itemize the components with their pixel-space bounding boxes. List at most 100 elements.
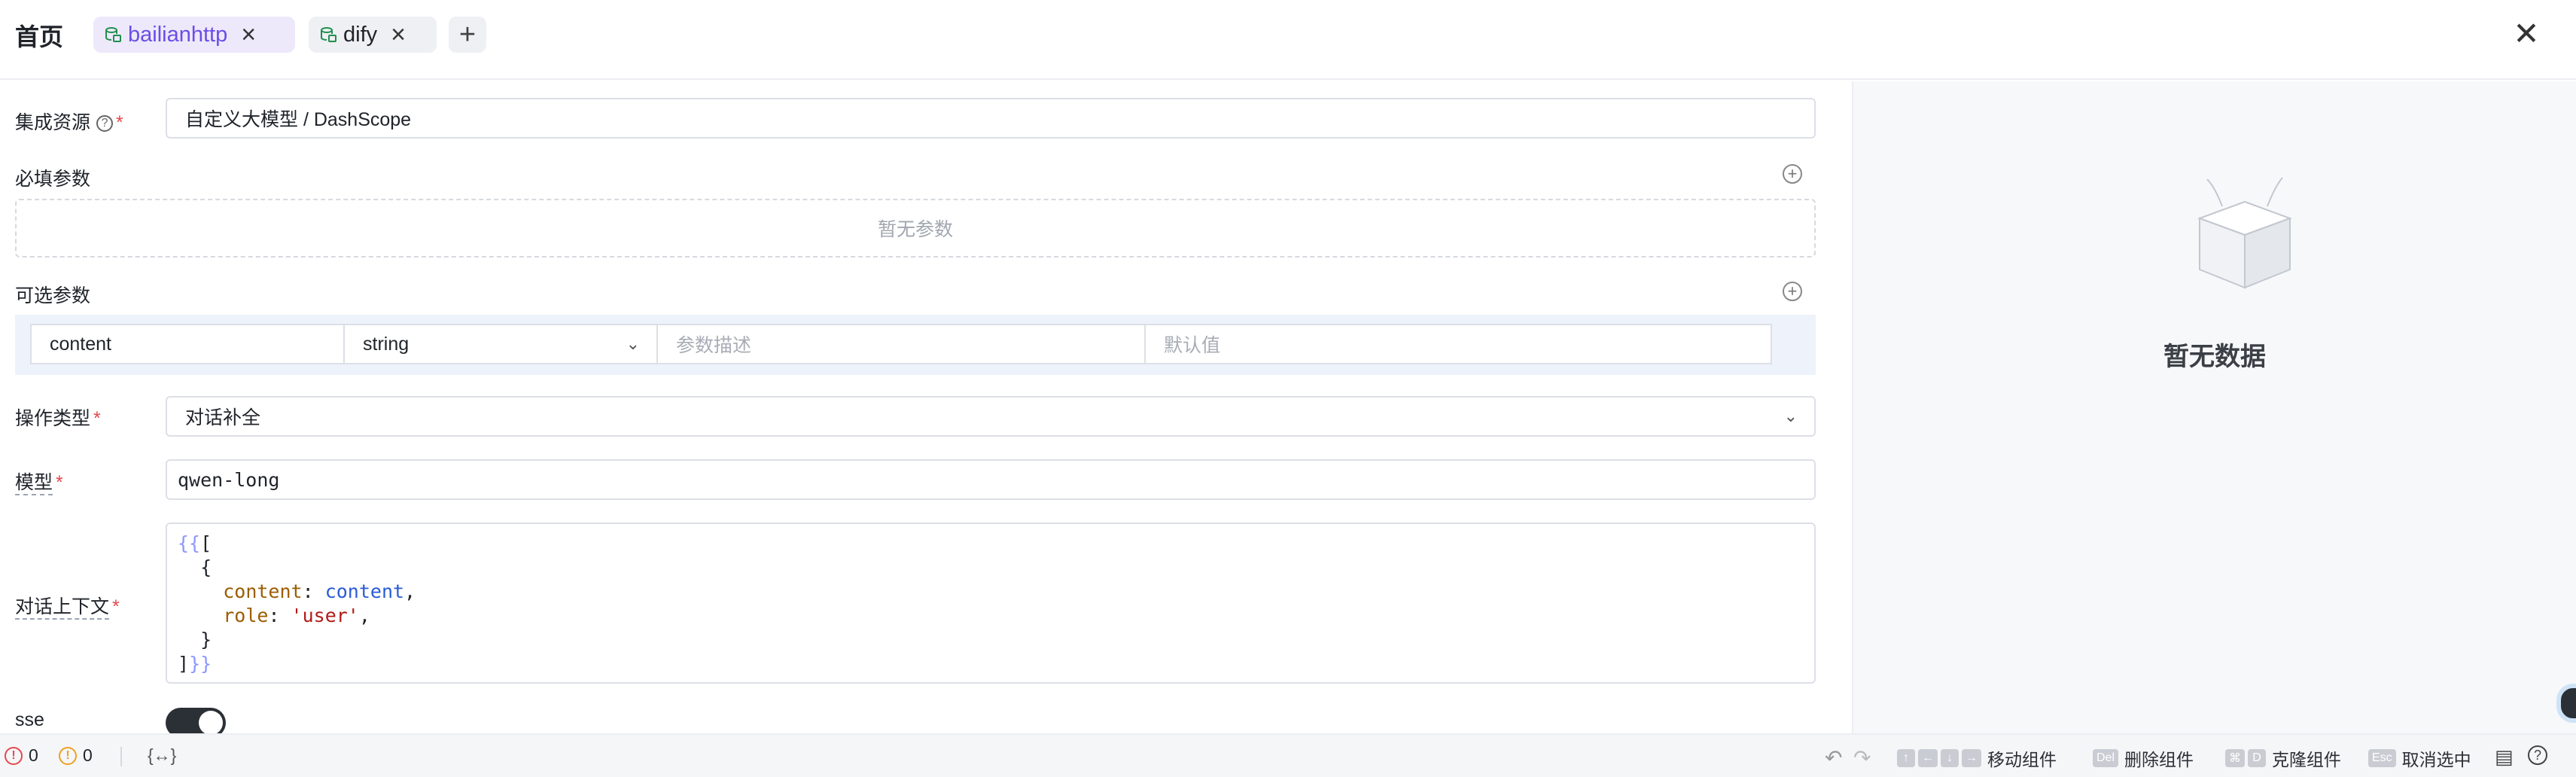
- operation-type-label: 操作类型 *: [15, 404, 101, 431]
- param-desc-placeholder: 参数描述: [676, 335, 752, 356]
- shortcut-label: 取消选中: [2401, 750, 2471, 769]
- code-key: role: [223, 605, 269, 626]
- code-brace: {: [200, 556, 212, 578]
- add-tab-button[interactable]: +: [449, 17, 486, 53]
- close-icon[interactable]: ✕: [2510, 14, 2543, 53]
- tab-label: bailianhttp: [128, 22, 228, 47]
- sse-label: sse: [15, 709, 44, 730]
- required-mark: *: [56, 472, 63, 493]
- optional-params-label: 可选参数: [15, 285, 91, 306]
- operation-type-value: 对话补全: [185, 407, 261, 428]
- empty-params-text: 暂无参数: [877, 219, 953, 240]
- help-icon[interactable]: ?: [96, 115, 114, 133]
- code-brace: {{: [178, 532, 201, 554]
- code-brace: }: [200, 629, 212, 651]
- arrow-right-key: →: [1962, 749, 1981, 767]
- close-icon[interactable]: ×: [241, 22, 256, 47]
- operation-type-label-text: 操作类型: [15, 408, 91, 429]
- top-bar: 首页 bailianhttp × dify × + ✕: [0, 0, 2576, 80]
- operation-type-select[interactable]: 对话补全 ⌄: [166, 396, 1816, 437]
- context-label-text: 对话上下文: [15, 596, 110, 620]
- code-line: ]}}: [178, 652, 1814, 676]
- param-desc-input[interactable]: 参数描述: [656, 324, 1146, 364]
- code-line: content: content,: [223, 580, 416, 602]
- code-string: 'user': [291, 605, 359, 626]
- empty-data-text: 暂无数据: [2163, 343, 2266, 371]
- warning-count-value: 0: [83, 745, 93, 765]
- code-bracket: ]: [178, 653, 190, 675]
- tab-bailianhttp[interactable]: bailianhttp ×: [93, 17, 295, 53]
- tab-label: dify: [343, 22, 378, 47]
- required-mark: *: [112, 596, 120, 617]
- model-label: 模型 *: [15, 468, 63, 495]
- param-type-select[interactable]: string ⌄: [343, 324, 658, 364]
- code-line: {: [178, 556, 1814, 580]
- plus-icon: +: [458, 18, 477, 50]
- variable-icon[interactable]: {↔}: [148, 745, 176, 766]
- close-icon[interactable]: ×: [391, 22, 406, 47]
- help-icon[interactable]: ?: [2528, 745, 2547, 765]
- resource-field[interactable]: 自定义大模型 / DashScope: [166, 98, 1816, 139]
- model-value: qwen-long: [178, 468, 280, 491]
- arrow-up-key: ↑: [1897, 749, 1915, 767]
- warning-count[interactable]: ! 0: [59, 745, 93, 766]
- required-params-label: 必填参数: [15, 169, 91, 190]
- home-title[interactable]: 首页: [15, 18, 63, 53]
- cmd-key: ⌘: [2225, 749, 2245, 767]
- arrow-left-key: ←: [1918, 749, 1938, 767]
- model-input[interactable]: qwen-long: [166, 459, 1816, 500]
- required-mark: *: [93, 408, 101, 429]
- shortcut-move: ↑ ← ↓ → 移动组件: [1897, 745, 2057, 771]
- chevron-down-icon: ⌄: [626, 334, 640, 353]
- error-count-value: 0: [29, 745, 38, 765]
- code-brace: }}: [189, 653, 212, 675]
- warning-icon: !: [59, 746, 77, 765]
- undo-icon[interactable]: ↶: [1825, 745, 1842, 770]
- param-default-placeholder: 默认值: [1164, 335, 1221, 356]
- status-bar: ! 0 ! 0 {↔} ↶ ↷ ↑ ← ↓ → 移动组件 Del 删除组件 ⌘ …: [0, 733, 2576, 777]
- arrow-down-key: ↓: [1941, 749, 1959, 767]
- shortcut-label: 移动组件: [1987, 750, 2057, 769]
- database-icon: [105, 27, 121, 42]
- comment-icon[interactable]: ▤: [2495, 745, 2514, 769]
- context-code-editor[interactable]: {{[ { content: content, role: 'user', } …: [166, 523, 1816, 684]
- add-required-param-icon[interactable]: +: [1783, 164, 1802, 184]
- tab-dify[interactable]: dify ×: [309, 17, 437, 53]
- param-name-input[interactable]: content: [30, 324, 345, 364]
- resource-value: 自定义大模型 / DashScope: [185, 109, 412, 130]
- shortcut-deselect: Esc 取消选中: [2368, 745, 2471, 771]
- esc-key: Esc: [2368, 749, 2396, 767]
- chevron-down-icon: ⌄: [1783, 407, 1798, 425]
- shortcut-clone: ⌘ D 克隆组件: [2225, 745, 2341, 771]
- shortcut-label: 删除组件: [2124, 750, 2194, 769]
- error-icon: !: [5, 746, 23, 765]
- error-count[interactable]: ! 0: [5, 745, 38, 766]
- database-icon: [321, 27, 336, 42]
- required-params-empty: 暂无参数: [15, 199, 1816, 257]
- shortcut-delete: Del 删除组件: [2093, 745, 2194, 771]
- code-var: content: [324, 580, 405, 602]
- divider: [120, 747, 122, 766]
- empty-box-icon: [2197, 177, 2292, 289]
- resource-label-text: 集成资源: [15, 112, 91, 133]
- code-line: {{[: [178, 532, 1814, 556]
- code-key: content: [223, 580, 303, 602]
- redo-icon[interactable]: ↷: [1853, 745, 1871, 770]
- param-default-input[interactable]: 默认值: [1144, 324, 1772, 364]
- code-line: }: [178, 628, 1814, 652]
- resource-label: 集成资源? *: [15, 108, 123, 135]
- del-key: Del: [2093, 749, 2119, 767]
- optional-param-row: content string ⌄ 参数描述 默认值: [15, 315, 1816, 375]
- model-label-text: 模型: [15, 472, 53, 495]
- required-mark: *: [116, 112, 123, 133]
- code-line: role: 'user',: [223, 605, 370, 626]
- shortcut-label: 克隆组件: [2272, 750, 2341, 769]
- code-bracket: [: [200, 532, 212, 554]
- param-name-value: content: [50, 333, 112, 355]
- toggle-knob: [199, 711, 223, 735]
- d-key: D: [2248, 749, 2266, 767]
- param-type-value: string: [363, 333, 410, 355]
- context-label: 对话上下文 *: [15, 592, 120, 620]
- preview-panel: 暂无数据: [1852, 81, 2576, 733]
- add-optional-param-icon[interactable]: +: [1783, 282, 1802, 301]
